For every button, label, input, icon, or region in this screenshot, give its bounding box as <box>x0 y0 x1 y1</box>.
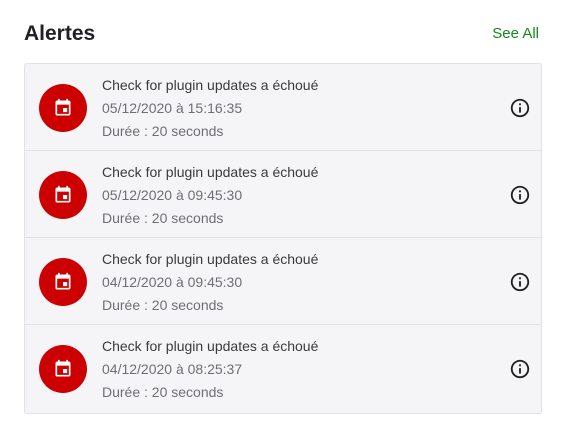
alert-duration: Durée : 20 seconds <box>102 123 224 139</box>
calendar-icon <box>39 171 87 219</box>
alert-item[interactable]: Check for plugin updates a échoué 04/12/… <box>25 325 541 412</box>
alert-message: Check for plugin updates a échoué <box>102 251 319 267</box>
see-all-link[interactable]: See All <box>492 24 539 44</box>
calendar-icon <box>39 345 87 393</box>
alert-item[interactable]: Check for plugin updates a échoué 04/12/… <box>25 238 541 325</box>
alert-duration: Durée : 20 seconds <box>102 297 224 313</box>
alerts-header: Alertes See All <box>24 20 539 48</box>
alert-duration: Durée : 20 seconds <box>102 384 224 400</box>
info-icon[interactable] <box>509 271 531 293</box>
alert-message: Check for plugin updates a échoué <box>102 164 319 180</box>
alert-item[interactable]: Check for plugin updates a échoué 05/12/… <box>25 151 541 238</box>
alert-message: Check for plugin updates a échoué <box>102 338 319 354</box>
alert-duration: Durée : 20 seconds <box>102 210 224 226</box>
alert-message: Check for plugin updates a échoué <box>102 77 319 93</box>
info-icon[interactable] <box>509 358 531 380</box>
calendar-icon <box>39 84 87 132</box>
alert-datetime: 04/12/2020 à 09:45:30 <box>102 274 243 290</box>
alert-datetime: 05/12/2020 à 09:45:30 <box>102 187 243 203</box>
alerts-list: Check for plugin updates a échoué 05/12/… <box>24 63 542 414</box>
info-icon[interactable] <box>509 97 531 119</box>
calendar-icon <box>39 258 87 306</box>
info-icon[interactable] <box>509 184 531 206</box>
page-title: Alertes <box>24 22 96 45</box>
alert-datetime: 04/12/2020 à 08:25:37 <box>102 361 243 377</box>
alert-item[interactable]: Check for plugin updates a échoué 05/12/… <box>25 64 541 151</box>
alert-datetime: 05/12/2020 à 15:16:35 <box>102 100 243 116</box>
